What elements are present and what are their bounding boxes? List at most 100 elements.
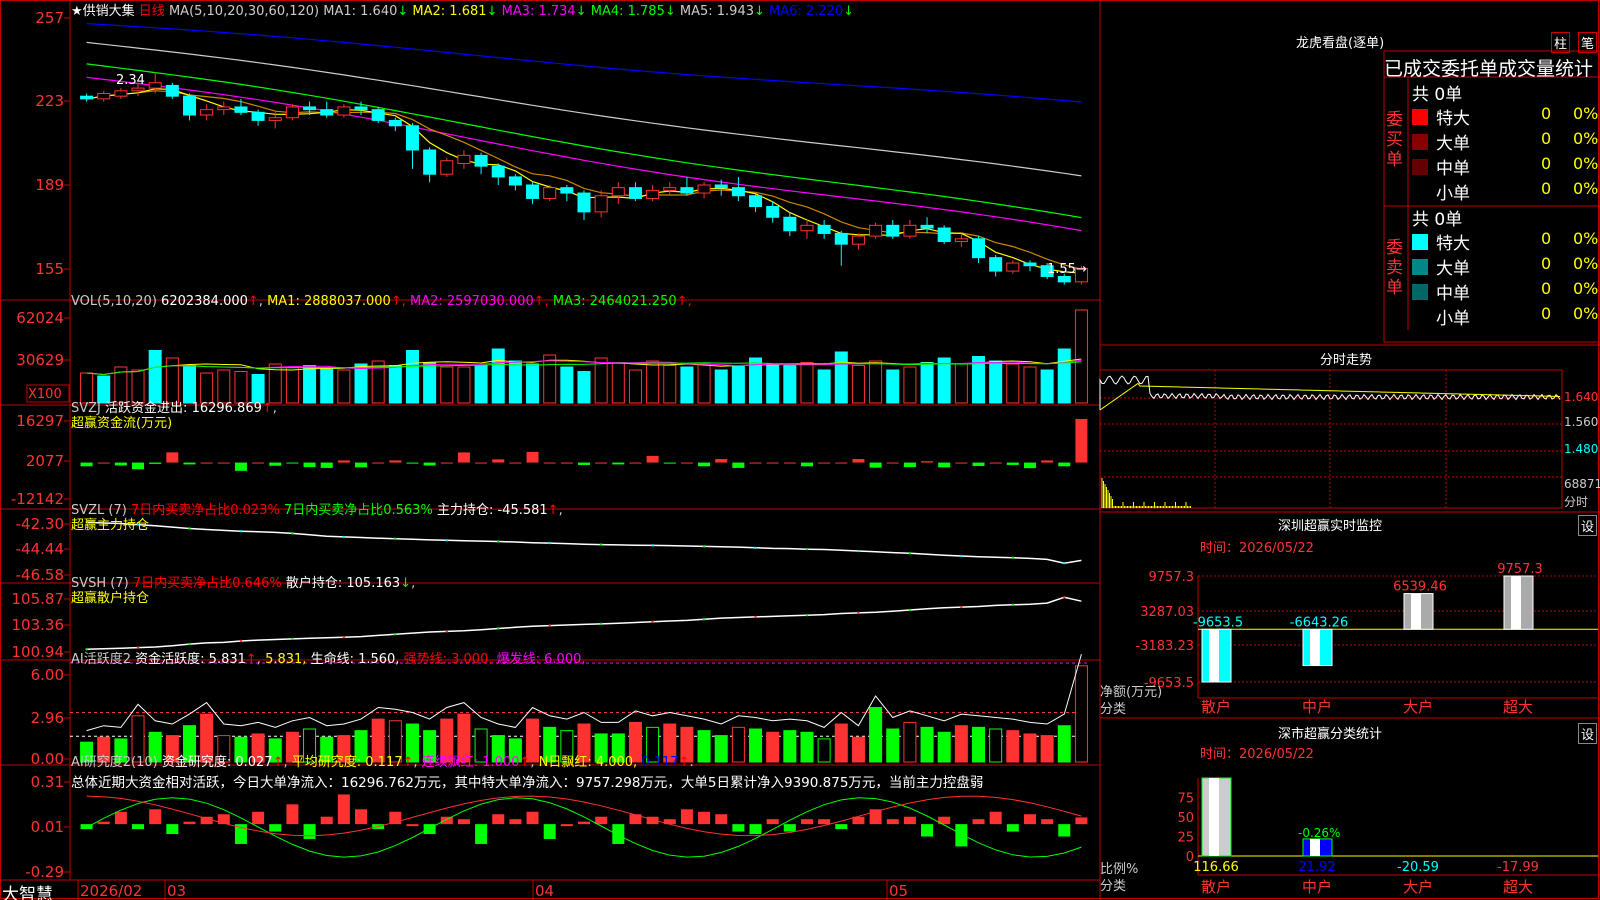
fund-flow-bar <box>766 462 779 464</box>
main-y-tick: 257 <box>35 9 64 27</box>
svsh-chart-mark <box>394 633 397 636</box>
fund-flow-bar <box>921 461 934 463</box>
sell-row-pct: 0% <box>1573 279 1599 298</box>
svsh-chart-mark <box>445 630 448 633</box>
svzl-chart-mark <box>497 540 500 543</box>
ai2-bar <box>509 819 522 825</box>
ai2-bar <box>320 816 333 825</box>
volume-bar <box>577 371 591 404</box>
vol-ma-label: MA1: 2888037.000 <box>267 294 391 309</box>
low-price-label: 1.55→ <box>1047 262 1087 277</box>
fund-flow-bar <box>183 462 196 465</box>
fund-flow-bar <box>629 462 642 464</box>
tick-button[interactable]: 笔 <box>1578 32 1598 53</box>
svsh-chart <box>85 596 1082 651</box>
candle-body <box>80 95 94 100</box>
ai1-bar <box>1006 730 1020 763</box>
fund-flow-bar <box>286 462 299 464</box>
candle-body <box>371 109 385 121</box>
volume-bar <box>937 357 951 404</box>
fsz-title: 分时走势 <box>1320 353 1373 368</box>
svzl-text3: 主力持仓: <box>436 503 494 518</box>
candle-body <box>731 187 745 197</box>
candle-body <box>543 187 557 199</box>
fund-flow-bar <box>800 462 813 467</box>
ai1-bar <box>749 728 763 763</box>
fund-flow-bar <box>166 452 179 463</box>
fund-flow-bar <box>149 462 162 464</box>
volume-bar <box>491 348 505 404</box>
ai1-bar <box>731 726 745 763</box>
sell-row-count: 0 <box>1541 279 1552 298</box>
svsh-chart-line <box>86 596 1082 651</box>
ai2-bar <box>577 821 591 825</box>
app-logo[interactable]: 大智慧 <box>2 880 53 900</box>
buy-row-label: 特大 <box>1436 109 1470 129</box>
lhkp-subtitle: 已成交委托单成交量统计 <box>1384 58 1594 80</box>
fund-flow-bar <box>646 455 659 463</box>
fund-flow-bar <box>577 462 591 465</box>
ma-line-ma6 <box>86 22 1082 103</box>
sell-row-pct: 0% <box>1573 254 1599 273</box>
candle-body <box>663 187 677 191</box>
volume-bar <box>594 357 608 404</box>
candle-body <box>1057 275 1071 283</box>
buy-row-count: 0 <box>1541 154 1552 173</box>
volume-bar <box>663 365 677 404</box>
svzl-value: -45.581 <box>497 503 548 518</box>
ai2-bar <box>903 816 916 825</box>
scfl-time: 时间：2026/05/22 <box>1200 747 1314 762</box>
svsh-chart-mark <box>548 624 551 627</box>
scfl-category-label: 散户 <box>1201 878 1231 896</box>
fsz-tag: 分时 <box>1564 495 1589 509</box>
ai2-label: AI研究度2(10) <box>71 755 158 770</box>
fund-flow-bar <box>698 462 711 467</box>
candle-body <box>148 82 162 89</box>
volume-bar <box>714 369 728 404</box>
candle-body <box>920 224 934 229</box>
fsz-price-line <box>1099 375 1561 410</box>
fund-flow-bar <box>337 460 350 463</box>
x-axis-label: 05 <box>889 882 908 900</box>
svzl-chart-mark <box>908 552 912 555</box>
volume-bar <box>148 350 162 404</box>
ma-label: MA(5,10,20,30,60,120) <box>168 4 320 19</box>
ma-arrow: ↓ <box>575 4 587 19</box>
volume-bar <box>989 360 1003 404</box>
buy-color-swatch <box>1412 134 1428 150</box>
column-button[interactable]: 柱 <box>1551 32 1571 53</box>
svzl-chart-mark <box>239 530 243 533</box>
sell-row-count: 0 <box>1541 254 1552 273</box>
svsh-chart-mark <box>857 611 860 615</box>
fund-flow-bar <box>732 462 745 468</box>
ai1-y-tick: 2.96 <box>31 709 64 727</box>
svzl-chart-mark <box>857 549 860 553</box>
szcy-settings-button[interactable]: 设 <box>1578 515 1598 536</box>
ai2-bar <box>886 819 899 825</box>
candle-body <box>817 224 831 234</box>
candle-body <box>182 95 196 116</box>
scfl-category-label: 中户 <box>1302 878 1332 896</box>
svzj-subtitle: 超赢资金流(万元) <box>71 416 173 431</box>
fund-flow-bar <box>492 459 505 463</box>
ai2-bar <box>698 811 711 825</box>
scfl-settings-button[interactable]: 设 <box>1578 723 1598 744</box>
ma-arrow: ↓ <box>754 4 765 19</box>
ai2-bar <box>732 824 745 832</box>
candle-body <box>800 224 814 232</box>
period-label[interactable]: 日线 <box>139 4 165 19</box>
buy-color-swatch <box>1412 184 1428 200</box>
buy-row-pct: 0% <box>1573 104 1599 123</box>
svzl-chart-mark <box>548 541 551 545</box>
fund-flow-bar <box>423 462 436 466</box>
candle-body <box>337 106 351 116</box>
stock-title[interactable]: ★供销大集 <box>71 4 135 19</box>
ai2-bar <box>680 809 693 825</box>
fund-flow-bar <box>269 462 282 466</box>
svzl-text2: 7日内买卖净占比0.563% <box>283 503 433 518</box>
fund-flow-bar <box>938 462 951 468</box>
ma-value-label: MA5: 1.943 <box>675 4 754 19</box>
svzl-chart-mark <box>445 539 448 542</box>
sell-row-pct: 0% <box>1573 304 1599 323</box>
ai1-bar <box>937 731 951 763</box>
